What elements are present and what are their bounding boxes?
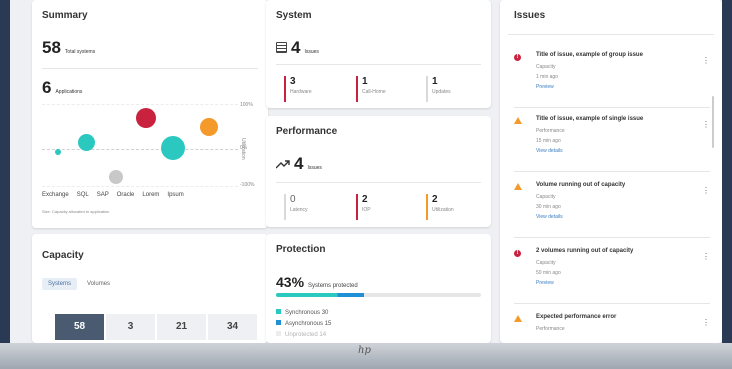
summary-title: Summary bbox=[42, 10, 88, 21]
x-label: Exchange bbox=[42, 192, 69, 198]
more-options-icon[interactable]: ⋮ bbox=[702, 186, 710, 195]
error-icon: ! bbox=[514, 250, 521, 257]
bubble-sap[interactable] bbox=[109, 170, 123, 184]
warning-icon bbox=[514, 315, 522, 322]
performance-title: Performance bbox=[276, 126, 338, 137]
divider bbox=[508, 34, 714, 35]
x-label: Lorem bbox=[142, 192, 160, 198]
stat-latency[interactable]: 0 Latency bbox=[284, 194, 334, 220]
issue-item[interactable]: Volume running out of capacity Capacity … bbox=[514, 182, 710, 238]
y-axis-title: Utilization bbox=[240, 138, 246, 160]
stat-call-home[interactable]: 1 Call-Home bbox=[356, 76, 406, 102]
server-icon bbox=[276, 42, 287, 53]
protection-progress-fill bbox=[276, 293, 365, 297]
protection-percent: 43% bbox=[276, 274, 305, 290]
protection-percent-label: Systems protected bbox=[308, 283, 358, 289]
x-axis-labels: Exchange SQL SAP Oracle Lorem Ipsum bbox=[42, 192, 238, 198]
issues-title: Issues bbox=[514, 10, 546, 21]
chart-footnote: Size: Capacity allocated to application bbox=[42, 209, 110, 214]
performance-issues-count: 4 bbox=[294, 154, 304, 173]
view-details-link[interactable]: View details bbox=[536, 214, 563, 220]
bubble-ipsum[interactable] bbox=[200, 118, 218, 136]
error-icon: ! bbox=[514, 54, 521, 61]
preview-link[interactable]: Preview bbox=[536, 84, 554, 90]
legend-item-synchronous: Synchronous 30 bbox=[276, 308, 331, 319]
more-options-icon[interactable]: ⋮ bbox=[702, 318, 710, 327]
divider bbox=[276, 182, 481, 183]
bubble-lorem[interactable] bbox=[161, 136, 185, 160]
capacity-value[interactable]: 21 bbox=[157, 314, 206, 340]
applications-count: 6 bbox=[42, 78, 52, 97]
x-label: SAP bbox=[96, 192, 109, 198]
performance-card: Performance 4 Issues 0 Latency 2 IOP 2 Util… bbox=[266, 116, 491, 227]
protection-progress-bar bbox=[276, 293, 481, 297]
protection-legend: Synchronous 30 Asynchronous 15 Unprotect… bbox=[276, 308, 331, 341]
tab-systems[interactable]: Systems bbox=[42, 278, 78, 290]
capacity-value[interactable]: 34 bbox=[208, 314, 257, 340]
bubble-exchange[interactable] bbox=[55, 149, 61, 155]
more-options-icon[interactable]: ⋮ bbox=[702, 252, 710, 261]
bubble-sql[interactable] bbox=[78, 134, 95, 151]
stat-updates[interactable]: 1 Updates bbox=[426, 76, 476, 102]
dashboard-screen: Summary 58 Total systems 6 Applications … bbox=[10, 0, 722, 343]
x-label: Oracle bbox=[116, 192, 135, 198]
divider bbox=[42, 68, 258, 69]
issue-item[interactable]: Title of issue, example of single issue … bbox=[514, 116, 710, 172]
legend-item-asynchronous: Asynchronous 15 bbox=[276, 319, 331, 330]
more-options-icon[interactable]: ⋮ bbox=[702, 56, 710, 65]
total-systems-label: Total systems bbox=[64, 49, 96, 55]
issues-card: Issues ! Title of issue, example of grou… bbox=[500, 0, 722, 343]
protection-title: Protection bbox=[276, 244, 326, 255]
total-systems-row: 58 Total systems bbox=[42, 38, 95, 58]
hp-logo: hp bbox=[358, 345, 371, 356]
issues-scrollbar[interactable] bbox=[712, 96, 714, 148]
performance-issues-label: Issues bbox=[307, 165, 322, 171]
more-options-icon[interactable]: ⋮ bbox=[702, 120, 710, 129]
stat-utilization[interactable]: 2 Utilization bbox=[426, 194, 476, 220]
y-tick-bottom: -100% bbox=[240, 182, 255, 188]
warning-icon bbox=[514, 183, 522, 190]
x-label: Ipsum bbox=[167, 192, 184, 198]
divider bbox=[276, 64, 481, 65]
tab-volumes[interactable]: Volumes bbox=[81, 278, 116, 290]
preview-link[interactable]: Preview bbox=[536, 280, 554, 286]
stat-iop[interactable]: 2 IOP bbox=[356, 194, 406, 220]
protection-card: Protection 43% Systems protected Synchro… bbox=[266, 234, 491, 343]
performance-issues-row: 4 Issues bbox=[276, 154, 322, 174]
stat-hardware[interactable]: 3 Hardware bbox=[284, 76, 334, 102]
system-card: System 4 Issues 3 Hardware 1 Call-Home 1 Up… bbox=[266, 0, 491, 108]
capacity-value[interactable]: 3 bbox=[106, 314, 155, 340]
summary-card: Summary 58 Total systems 6 Applications … bbox=[32, 0, 268, 228]
system-title: System bbox=[276, 10, 312, 21]
system-issues-count: 4 bbox=[291, 38, 301, 57]
protection-percent-row: 43% Systems protected bbox=[276, 274, 358, 290]
bubble-oracle[interactable] bbox=[136, 108, 156, 128]
system-issues-label: Issues bbox=[304, 49, 319, 55]
warning-icon bbox=[514, 117, 522, 124]
issue-item[interactable]: Expected performance error Performance ⋮ bbox=[514, 314, 710, 343]
issue-item[interactable]: ! 2 volumes running out of capacity Capa… bbox=[514, 248, 710, 304]
issue-item[interactable]: ! Title of issue, example of group issue… bbox=[514, 52, 710, 108]
capacity-value-selected[interactable]: 58 bbox=[55, 314, 104, 340]
capacity-tabs: Systems Volumes bbox=[42, 278, 116, 290]
applications-bubble-chart: 100% 0% -100% Utilization Exchange SQL S… bbox=[42, 102, 258, 208]
applications-row: 6 Applications bbox=[42, 78, 82, 98]
total-systems-count: 58 bbox=[42, 38, 61, 57]
view-details-link[interactable]: View details bbox=[536, 148, 563, 154]
legend-item-unprotected: Unprotected 14 bbox=[276, 330, 331, 341]
y-tick-top: 100% bbox=[240, 102, 253, 108]
system-issues-row: 4 Issues bbox=[276, 38, 319, 58]
applications-label: Applications bbox=[55, 89, 83, 95]
capacity-title: Capacity bbox=[42, 250, 84, 261]
x-label: SQL bbox=[76, 192, 89, 198]
trend-up-icon bbox=[276, 160, 290, 169]
